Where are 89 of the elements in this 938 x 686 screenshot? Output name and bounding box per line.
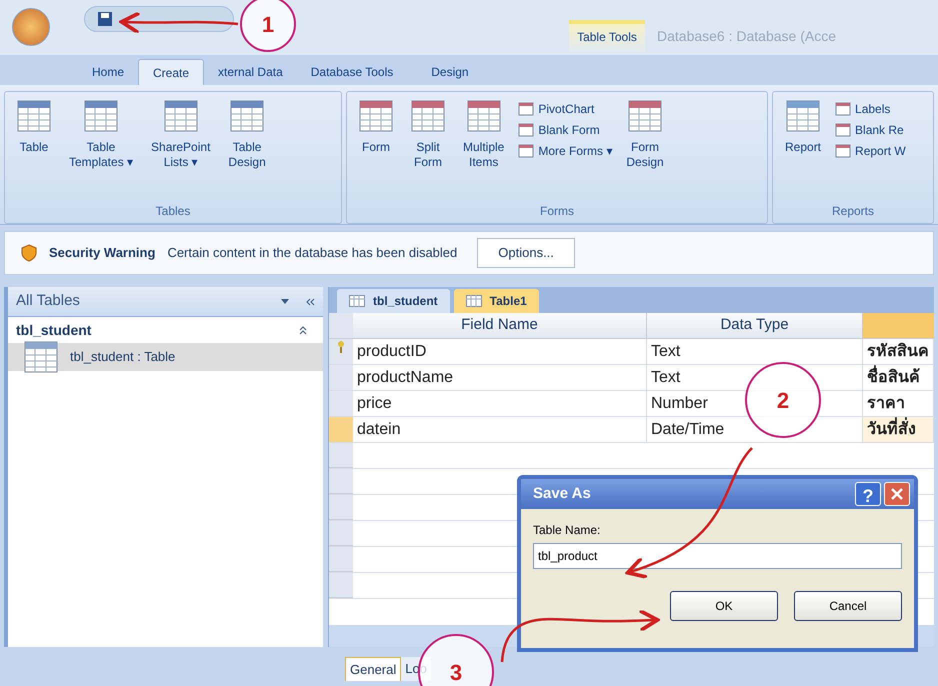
ribbon-tab[interactable]: xternal Data xyxy=(204,59,297,85)
table-cell: productID xyxy=(353,339,647,364)
form-icon xyxy=(835,143,852,159)
row-selector[interactable] xyxy=(329,443,353,468)
row-selector[interactable] xyxy=(329,417,353,442)
table-cell: price xyxy=(353,391,647,416)
ribbon-button[interactable]: Form xyxy=(355,96,397,202)
chevron-up-icon[interactable] xyxy=(299,326,307,334)
ribbon-small-button[interactable]: More Forms ▾ xyxy=(518,142,612,160)
row-selector[interactable] xyxy=(329,365,353,390)
table-icon xyxy=(411,100,445,132)
dialog-button[interactable]: OK xyxy=(670,591,778,621)
group-label: Tables xyxy=(156,203,190,220)
table-icon xyxy=(17,100,51,132)
table-icon xyxy=(230,100,264,132)
form-icon xyxy=(835,122,852,138)
ribbon-button[interactable]: Report xyxy=(781,96,826,202)
select-all-corner[interactable] xyxy=(329,313,353,338)
row-selector[interactable] xyxy=(329,573,353,598)
window-title: Database6 : Database (Acce xyxy=(657,27,836,46)
ribbon-small-button[interactable]: Report W xyxy=(835,142,906,160)
form-icon xyxy=(835,101,852,117)
table-icon xyxy=(164,100,198,132)
table-icon xyxy=(466,100,501,132)
warning-title: Security Warning xyxy=(49,244,156,262)
ribbon-button[interactable]: Table Design xyxy=(224,96,270,202)
table-icon xyxy=(84,100,118,132)
table-cell: รหัสสินค xyxy=(863,339,934,364)
table-cell: ชื่อสินค้ xyxy=(863,365,934,390)
ribbon-button[interactable]: Table Templates ▾ xyxy=(65,96,138,202)
dialog-button[interactable]: Cancel xyxy=(794,591,902,621)
close-icon xyxy=(891,488,903,500)
table-icon xyxy=(359,100,393,132)
group-label: Forms xyxy=(540,203,574,220)
form-icon xyxy=(518,143,534,159)
group-label: Reports xyxy=(832,203,874,220)
document-tab[interactable]: Table1 xyxy=(454,289,539,313)
save-icon[interactable] xyxy=(97,11,113,27)
row-selector[interactable] xyxy=(329,339,353,364)
table-cell: วันที่สั่ง xyxy=(863,417,934,442)
ribbon-button[interactable]: SharePoint Lists ▾ xyxy=(147,96,214,202)
navigation-item[interactable]: tbl_student : Table xyxy=(8,343,323,371)
shield-icon xyxy=(21,244,37,262)
ribbon-button[interactable]: Multiple Items xyxy=(459,96,508,202)
form-icon xyxy=(518,122,534,138)
options-button[interactable]: Options... xyxy=(477,238,575,268)
ribbon-button[interactable]: Form Design xyxy=(622,96,668,202)
table-icon xyxy=(24,341,58,373)
pane-title: All Tables xyxy=(16,291,80,312)
ribbon-tab[interactable]: Home xyxy=(78,59,138,85)
table-cell: ราคา xyxy=(863,391,934,416)
contextual-tab-header: Table Tools xyxy=(569,20,645,55)
property-tab[interactable]: General xyxy=(345,657,402,681)
table-icon xyxy=(628,100,662,132)
table-icon xyxy=(786,100,820,132)
table-name-field[interactable]: tbl_product xyxy=(533,543,902,569)
column-header: Data Type xyxy=(647,313,863,338)
row-selector[interactable] xyxy=(329,547,353,572)
field-label: Table Name: xyxy=(533,522,602,539)
warning-message: Certain content in the database has been disabled xyxy=(167,244,458,262)
ribbon-small-button[interactable]: PivotChart xyxy=(518,100,612,118)
ribbon-tab[interactable]: Design xyxy=(417,59,483,85)
column-header xyxy=(863,313,934,338)
close-button[interactable] xyxy=(884,482,910,506)
ribbon-button[interactable]: Table xyxy=(13,96,55,202)
ribbon-tab[interactable]: Create xyxy=(138,59,204,85)
table-icon xyxy=(466,295,482,307)
column-header: Field Name xyxy=(353,313,647,338)
key-icon xyxy=(337,341,345,353)
row-selector[interactable] xyxy=(329,391,353,416)
ribbon-small-button[interactable]: Labels xyxy=(835,100,906,118)
ribbon-small-button[interactable]: Blank Re xyxy=(835,121,906,139)
dialog-title: Save As xyxy=(533,484,591,504)
office-button[interactable] xyxy=(12,8,50,46)
table-icon xyxy=(349,295,365,307)
ribbon-button[interactable]: Split Form xyxy=(407,96,449,202)
collapse-icon[interactable] xyxy=(305,298,315,306)
ribbon-tab[interactable]: Database Tools xyxy=(296,59,408,85)
help-button[interactable]: ? xyxy=(855,482,881,506)
ribbon-small-button[interactable]: Blank Form xyxy=(518,121,612,139)
row-selector[interactable] xyxy=(329,521,353,546)
table-cell: datein xyxy=(353,417,647,442)
document-tab[interactable]: tbl_student xyxy=(337,289,450,313)
row-selector[interactable] xyxy=(329,469,353,494)
group-header[interactable]: tbl_student xyxy=(16,320,92,340)
table-cell: productName xyxy=(353,365,647,390)
form-icon xyxy=(518,101,534,117)
row-selector[interactable] xyxy=(329,495,353,520)
dropdown-icon[interactable] xyxy=(281,298,289,304)
